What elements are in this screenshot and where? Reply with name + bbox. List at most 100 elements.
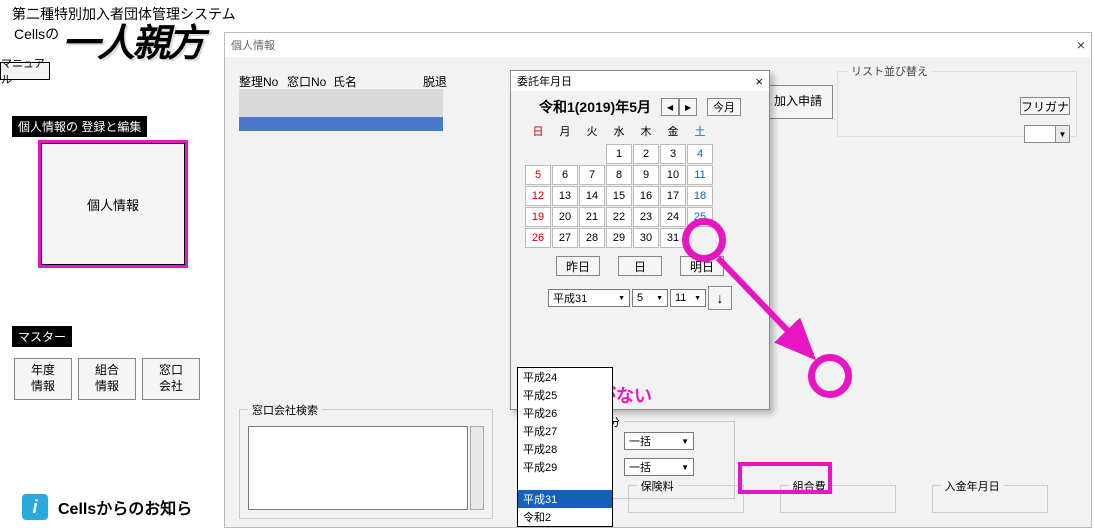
calendar-day[interactable]: 27: [552, 228, 578, 248]
kumiaihi-col: 組合費: [780, 485, 896, 513]
era-option[interactable]: 令和2: [518, 508, 612, 526]
today-button[interactable]: 日: [618, 256, 662, 276]
calendar-grid: 日月火水木金土123456789101112131415161718192021…: [511, 123, 769, 248]
calendar-close-icon[interactable]: ×: [755, 74, 763, 89]
list-row-selected[interactable]: [239, 117, 443, 131]
calendar-next-icon[interactable]: ▶: [679, 98, 697, 116]
list-header: 整理No 窓口No 氏名 脱退: [239, 73, 447, 90]
kumiaihi-col-title: 組合費: [789, 478, 830, 494]
calendar-day[interactable]: 6: [552, 165, 578, 185]
era-option[interactable]: [518, 476, 612, 490]
calendar-day[interactable]: 17: [660, 186, 686, 206]
calendar-day[interactable]: 12: [525, 186, 551, 206]
sakujitsu-button[interactable]: 昨日: [556, 256, 600, 276]
era-option[interactable]: 平成31: [518, 490, 612, 508]
calendar-day[interactable]: 22: [606, 207, 632, 227]
calendar-day[interactable]: 10: [660, 165, 686, 185]
manual-button[interactable]: マニュアル: [0, 62, 50, 80]
kojin-highlight: 個人情報: [38, 140, 188, 268]
kanyuushinsei-button[interactable]: 加入申請: [763, 85, 833, 119]
calendar-day[interactable]: 8: [606, 165, 632, 185]
calendar-day[interactable]: 3: [660, 144, 686, 164]
calendar-day[interactable]: 11: [687, 165, 713, 185]
cells-news-header: Cellsからのお知ら: [58, 495, 192, 519]
calendar-day[interactable]: 2: [633, 144, 659, 164]
asu-button[interactable]: 明日: [680, 256, 724, 276]
calendar-dow: 木: [633, 123, 659, 143]
info-icon: i: [22, 494, 48, 520]
calendar-dow: 日: [525, 123, 551, 143]
hokenryou-select[interactable]: 一括▼: [624, 432, 694, 450]
hokenryou-col-title: 保険料: [637, 478, 678, 494]
era-option[interactable]: 平成27: [518, 422, 612, 440]
search-frame: 窓口会社検索: [239, 409, 493, 519]
kumiaihi-select[interactable]: 一括▼: [624, 458, 694, 476]
nendo-button[interactable]: 年度 情報: [14, 358, 72, 400]
col-seiri: 整理No: [239, 73, 287, 90]
era-dropdown-list[interactable]: 平成24平成25平成26平成27平成28平成29 平成31令和2: [517, 367, 613, 527]
calendar-day[interactable]: 9: [633, 165, 659, 185]
month-select[interactable]: 5▼: [632, 289, 668, 307]
calendar-dow: 金: [660, 123, 686, 143]
nyukin-col: 入金年月日: [932, 485, 1048, 513]
kongetsu-button[interactable]: 今月: [707, 98, 741, 116]
calendar-day[interactable]: 24: [660, 207, 686, 227]
app-subtitle: Cellsの: [14, 24, 59, 44]
apply-date-button[interactable]: ↓: [708, 286, 732, 310]
era-option[interactable]: 平成24: [518, 368, 612, 386]
search-scrollbar[interactable]: [470, 426, 484, 510]
calendar-day[interactable]: 18: [687, 186, 713, 206]
search-listbox[interactable]: [248, 426, 468, 510]
sort-group: リスト並び替え フリガナ ▼: [837, 63, 1077, 137]
list-row[interactable]: [239, 103, 443, 117]
calendar-prev-icon[interactable]: ◀: [661, 98, 679, 116]
era-option[interactable]: 平成29: [518, 458, 612, 476]
calendar-day[interactable]: 23: [633, 207, 659, 227]
calendar-day[interactable]: 16: [633, 186, 659, 206]
calendar-day[interactable]: 31: [660, 228, 686, 248]
calendar-day: [687, 228, 713, 248]
search-legend: 窓口会社検索: [248, 402, 322, 418]
calendar-day[interactable]: 5: [525, 165, 551, 185]
calendar-day: [525, 144, 551, 164]
calendar-day[interactable]: 19: [525, 207, 551, 227]
calendar-day[interactable]: 25: [687, 207, 713, 227]
oyakata-logo: 一人親方: [62, 12, 222, 60]
era-select[interactable]: 平成31▼: [548, 289, 630, 307]
calendar-day[interactable]: 1: [606, 144, 632, 164]
master-section-label: マスター: [12, 326, 72, 347]
day-select[interactable]: 11▼: [670, 289, 706, 307]
calendar-day[interactable]: 15: [606, 186, 632, 206]
calendar-day[interactable]: 13: [552, 186, 578, 206]
calendar-day[interactable]: 14: [579, 186, 605, 206]
calendar-day[interactable]: 29: [606, 228, 632, 248]
calendar-day[interactable]: 20: [552, 207, 578, 227]
kojin-info-button[interactable]: 個人情報: [41, 143, 185, 265]
calendar-day: [552, 144, 578, 164]
calendar-day[interactable]: 21: [579, 207, 605, 227]
calendar-day[interactable]: 7: [579, 165, 605, 185]
col-dattai: 脱退: [423, 73, 447, 90]
madoguchi-button[interactable]: 窓口 会社: [142, 358, 200, 400]
calendar-day[interactable]: 4: [687, 144, 713, 164]
dialog-title: 個人情報: [231, 37, 275, 53]
calendar-day[interactable]: 26: [525, 228, 551, 248]
calendar-dow: 月: [552, 123, 578, 143]
kumiai-button[interactable]: 組合 情報: [78, 358, 136, 400]
kojin-section-label: 個人情報の 登録と編集: [12, 116, 147, 137]
calendar-popup: 委託年月日 × 令和1(2019)年5月 ◀ ▶ 今月 日月火水木金土12345…: [510, 70, 770, 410]
calendar-dow: 土: [687, 123, 713, 143]
calendar-title: 委託年月日: [517, 73, 572, 89]
era-option[interactable]: 平成26: [518, 404, 612, 422]
hokenryou-col: 保険料: [628, 485, 744, 513]
calendar-day[interactable]: 30: [633, 228, 659, 248]
list-row[interactable]: [239, 89, 443, 103]
calendar-dow: 火: [579, 123, 605, 143]
sort-select[interactable]: ▼: [1024, 125, 1070, 143]
furigana-button[interactable]: フリガナ: [1020, 97, 1070, 115]
dialog-close-icon[interactable]: ×: [1077, 37, 1085, 53]
era-option[interactable]: 平成28: [518, 440, 612, 458]
calendar-day[interactable]: 28: [579, 228, 605, 248]
era-option[interactable]: 平成25: [518, 386, 612, 404]
col-shimei: 氏名: [333, 73, 407, 90]
